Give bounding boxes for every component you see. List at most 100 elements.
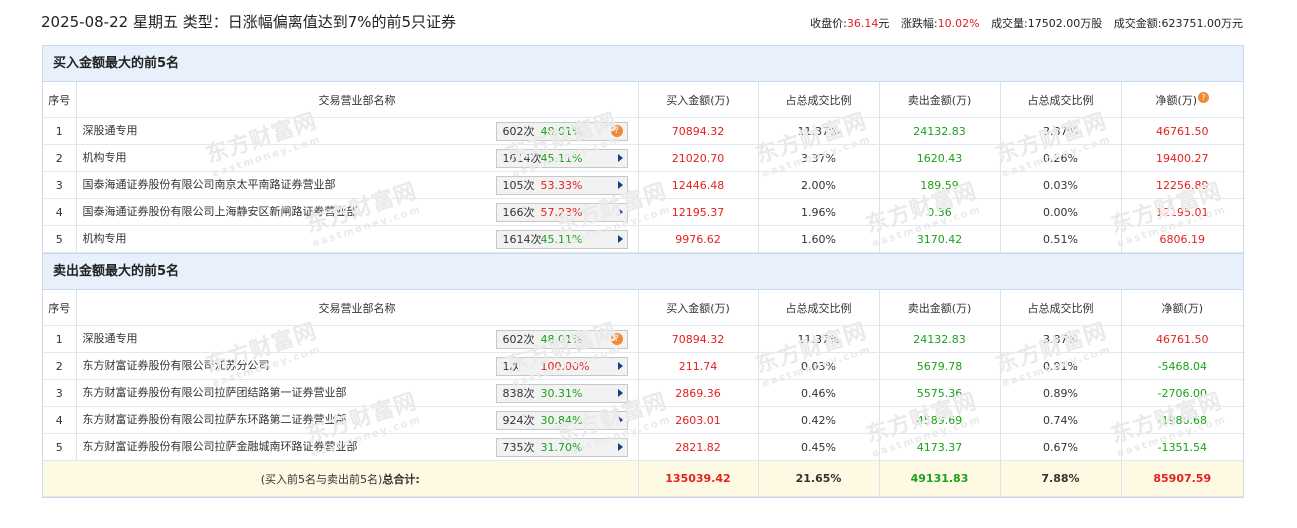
table-row: 2 机构专用 1614次45.11% 21020.70 3.37% 1620.43 0.26…	[43, 144, 1243, 172]
net-amount: 19400.27	[1121, 144, 1243, 172]
help-icon[interactable]: ?	[610, 333, 623, 345]
expand-arrow-icon[interactable]	[617, 362, 623, 370]
branch-name-link[interactable]: 东方财富证券股份有限公司江苏分公司	[83, 359, 270, 372]
buy-ratio: 3.37%	[758, 144, 880, 172]
row-index: 5	[43, 433, 77, 461]
branch-name-link[interactable]: 国泰海通证券股份有限公司南京太平南路证券营业部	[83, 178, 336, 191]
branch-name-link[interactable]: 机构专用	[83, 151, 127, 164]
total-label-prefix: (买入前5名与卖出前5名)	[260, 472, 383, 486]
buy-amount: 211.74	[638, 352, 759, 380]
sell-amount: 24132.83	[879, 325, 1001, 353]
history-badge[interactable]: 1614次45.11%	[495, 230, 628, 249]
change-value: 10.02%	[937, 17, 980, 30]
page-title: 2025-08-22 星期五 类型：日涨幅偏离值达到7%的前5只证券	[41, 13, 457, 31]
col-buy-pct: 占总成交比例	[758, 82, 880, 118]
col-sell-pct: 占总成交比例	[1000, 290, 1122, 326]
expand-arrow-icon[interactable]	[617, 416, 623, 424]
sell-amount: 0.36	[879, 198, 1001, 226]
col-sell: 卖出金额(万)	[879, 290, 1001, 326]
volume-label: 成交量:	[991, 17, 1028, 30]
trade-count: 1614次	[502, 152, 542, 165]
close-unit: 元	[878, 17, 890, 30]
sell-ratio: 3.87%	[1000, 325, 1122, 353]
buy-amount: 2869.36	[638, 379, 759, 407]
sell-amount: 3170.42	[879, 225, 1001, 253]
buy-amount: 12446.48	[638, 171, 759, 199]
expand-arrow-icon[interactable]	[617, 443, 623, 451]
col-sell-pct: 占总成交比例	[1000, 82, 1122, 118]
history-badge[interactable]: 838次 30.31%	[495, 384, 628, 403]
buy-amount: 70894.32	[638, 325, 759, 353]
branch-name-link[interactable]: 深股通专用	[83, 332, 138, 345]
branch-name-link[interactable]: 国泰海通证券股份有限公司上海静安区新闸路证券营业部	[83, 205, 358, 218]
buy-ratio: 1.60%	[758, 225, 880, 253]
close-label: 收盘价:	[810, 17, 847, 30]
expand-arrow-icon[interactable]	[617, 208, 623, 216]
buy-amount: 2603.01	[638, 406, 759, 434]
branch-name-link[interactable]: 东方财富证券股份有限公司拉萨金融城南环路证券营业部	[83, 440, 358, 453]
branch-name-link[interactable]: 机构专用	[83, 232, 127, 245]
sell-ratio: 0.74%	[1000, 406, 1122, 434]
col-net: 净额(万)	[1121, 290, 1243, 326]
page-header: 2025-08-22 星期五 类型：日涨幅偏离值达到7%的前5只证券 收盘价:3…	[41, 10, 1243, 34]
win-rate: 30.84%	[540, 414, 583, 427]
history-badge[interactable]: 602次 48.01%?	[495, 330, 628, 349]
table-row: 4 东方财富证券股份有限公司拉萨东环路第二证券营业部 924次 30.84% 2603.…	[43, 406, 1243, 434]
help-icon[interactable]: ?	[610, 125, 623, 137]
expand-arrow-icon[interactable]	[617, 181, 623, 189]
history-badge[interactable]: 735次 31.70%	[495, 438, 628, 457]
buy-header-row: 序号 交易营业部名称 买入金额(万) 占总成交比例 卖出金额(万) 占总成交比例…	[43, 82, 1243, 118]
col-buy: 买入金额(万)	[638, 82, 759, 118]
buy-ratio: 2.00%	[758, 171, 880, 199]
row-index: 2	[43, 144, 77, 172]
net-amount: -1351.54	[1121, 433, 1243, 461]
branch-name-link[interactable]: 深股通专用	[83, 124, 138, 137]
expand-arrow-icon[interactable]	[617, 389, 623, 397]
sell-ratio: 0.00%	[1000, 198, 1122, 226]
buy-amount: 9976.62	[638, 225, 759, 253]
win-rate: 48.01%	[540, 125, 583, 138]
history-badge[interactable]: 602次 48.01%?	[495, 122, 628, 141]
win-rate: 57.23%	[540, 206, 583, 219]
history-badge[interactable]: 924次 30.84%	[495, 411, 628, 430]
branch-name-link[interactable]: 东方财富证券股份有限公司拉萨团结路第一证券营业部	[83, 386, 347, 399]
history-badge[interactable]: 166次 57.23%	[495, 203, 628, 222]
total-sell: 49131.83	[879, 460, 1001, 497]
branch-name-link[interactable]: 东方财富证券股份有限公司拉萨东环路第二证券营业部	[83, 413, 347, 426]
total-row: (买入前5名与卖出前5名)总合计: 135039.42 21.65% 49131…	[43, 460, 1243, 497]
buy-ratio: 0.03%	[758, 352, 880, 380]
total-buy: 135039.42	[638, 460, 759, 497]
change-label: 涨跌幅:	[900, 17, 938, 30]
net-amount: 12256.89	[1121, 171, 1243, 199]
branch-cell: 东方财富证券股份有限公司拉萨团结路第一证券营业部 838次 30.31%	[76, 379, 639, 407]
branch-cell: 东方财富证券股份有限公司江苏分公司 1次 100.00%	[76, 352, 639, 380]
expand-arrow-icon[interactable]	[617, 154, 623, 162]
history-badge[interactable]: 1614次45.11%	[495, 149, 628, 168]
help-icon[interactable]: ?	[1198, 91, 1210, 103]
table-row: 4 国泰海通证券股份有限公司上海静安区新闸路证券营业部 166次 57.23% 1219…	[43, 198, 1243, 226]
buy-table: 序号 交易营业部名称 买入金额(万) 占总成交比例 卖出金额(万) 占总成交比例…	[43, 82, 1243, 253]
win-rate: 30.31%	[540, 387, 583, 400]
sell-amount: 5575.36	[879, 379, 1001, 407]
net-amount: 6806.19	[1121, 225, 1243, 253]
sell-ratio: 0.26%	[1000, 144, 1122, 172]
col-name: 交易营业部名称	[76, 290, 639, 326]
trade-count: 838次	[502, 387, 535, 400]
history-badge[interactable]: 1次 100.00%	[495, 357, 628, 376]
sell-amount: 5679.78	[879, 352, 1001, 380]
net-amount: 46761.50	[1121, 325, 1243, 353]
amount-value: 623751.00万元	[1161, 17, 1244, 30]
row-index: 1	[43, 325, 77, 353]
expand-arrow-icon[interactable]	[617, 235, 623, 243]
branch-cell: 国泰海通证券股份有限公司南京太平南路证券营业部 105次 53.33%	[76, 171, 639, 199]
history-badge[interactable]: 105次 53.33%	[495, 176, 628, 195]
buy-amount: 21020.70	[638, 144, 759, 172]
buy-ratio: 11.37%	[758, 117, 880, 145]
col-sell: 卖出金额(万)	[879, 82, 1001, 118]
col-buy: 买入金额(万)	[638, 290, 759, 326]
trading-table: 买入金额最大的前5名 序号 交易营业部名称 买入金额(万) 占总成交比例 卖出金…	[42, 45, 1244, 498]
table-row: 5 机构专用 1614次45.11% 9976.62 1.60% 3170.42 0.51%…	[43, 225, 1243, 253]
win-rate: 45.11%	[540, 233, 583, 246]
trade-count: 735次	[502, 441, 535, 454]
row-index: 3	[43, 379, 77, 407]
